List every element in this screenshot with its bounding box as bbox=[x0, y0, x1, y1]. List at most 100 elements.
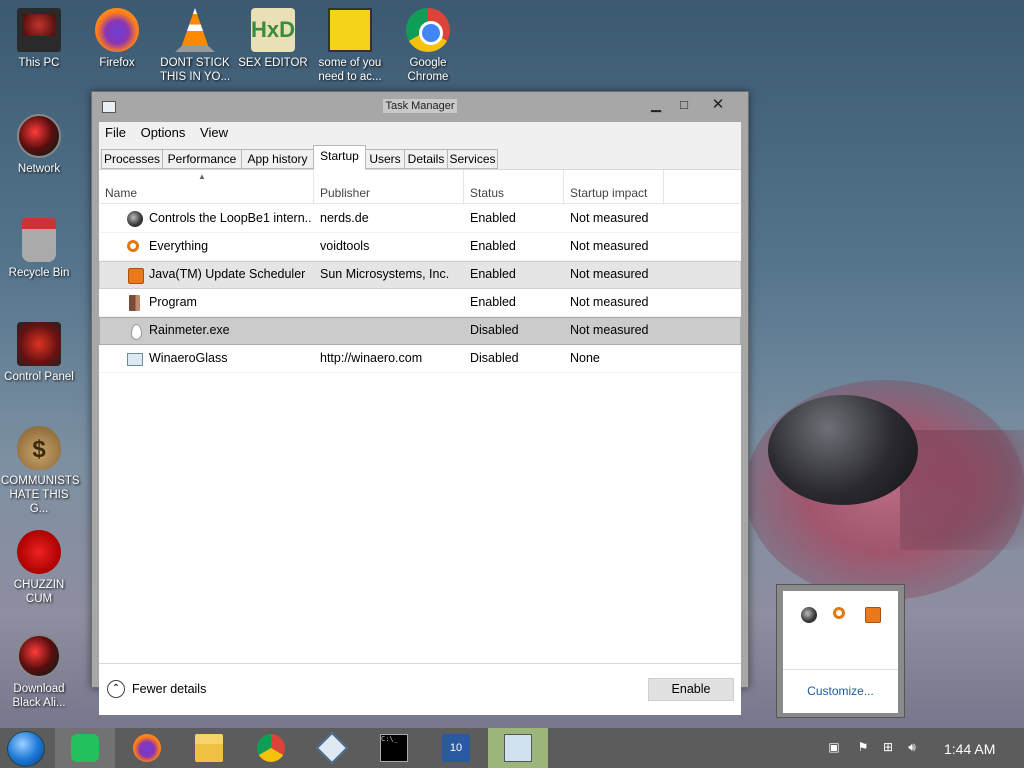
tab-details[interactable]: Details bbox=[404, 149, 448, 169]
desktop-icon-hxd[interactable]: HxD SEX EDITOR bbox=[235, 8, 311, 70]
cell-status: Enabled bbox=[470, 239, 516, 253]
tray-volume-icon[interactable]: 🔊︎ bbox=[905, 740, 919, 754]
cell-name: Everything bbox=[149, 239, 209, 253]
title-bar[interactable]: Task Manager ▁ □ ✕ bbox=[92, 92, 748, 122]
column-startup-impact[interactable]: Startup impact bbox=[564, 170, 664, 204]
task-manager-window[interactable]: Task Manager ▁ □ ✕ File Options View Pro… bbox=[91, 91, 749, 715]
vlc-cone-icon bbox=[175, 8, 215, 52]
fewer-details-link[interactable]: Fewer details bbox=[132, 682, 206, 696]
desktop-icon-recycle-bin[interactable]: Recycle Bin bbox=[1, 218, 77, 280]
taskbar-clock[interactable]: 1:44 AM bbox=[944, 741, 995, 757]
recycle-bin-icon bbox=[22, 218, 56, 262]
table-row[interactable]: Controls the LoopBe1 intern... nerds.de … bbox=[99, 205, 741, 233]
cell-publisher: nerds.de bbox=[320, 211, 369, 225]
start-orb-icon[interactable] bbox=[7, 731, 45, 767]
cell-name: WinaeroGlass bbox=[149, 351, 228, 365]
table-row[interactable]: Everything voidtools Enabled Not measure… bbox=[99, 233, 741, 261]
tab-services[interactable]: Services bbox=[447, 149, 498, 169]
taskbar-chrome[interactable] bbox=[241, 728, 301, 768]
winaero-window-icon bbox=[127, 353, 143, 366]
tab-strip: Processes Performance App history Startu… bbox=[99, 144, 741, 170]
cell-status: Enabled bbox=[470, 211, 516, 225]
enable-button[interactable]: Enable bbox=[648, 678, 734, 701]
cell-status: Disabled bbox=[470, 323, 519, 337]
tab-processes[interactable]: Processes bbox=[101, 149, 163, 169]
cell-publisher: http://winaero.com bbox=[320, 351, 423, 365]
column-publisher[interactable]: Publisher bbox=[314, 170, 464, 204]
hxd-editor-icon: HxD bbox=[251, 8, 295, 52]
control-panel-icon bbox=[17, 322, 61, 366]
desktop-icon-label: Control Panel bbox=[4, 371, 74, 383]
table-row[interactable]: Java(TM) Update Scheduler Sun Microsyste… bbox=[99, 261, 741, 289]
desktop-icon-download[interactable]: Download Black Ali... bbox=[1, 634, 77, 710]
close-button[interactable]: ✕ bbox=[706, 96, 730, 114]
tray-display-icon[interactable]: ▣ bbox=[827, 740, 841, 754]
wallpaper-leaf-edge bbox=[900, 430, 1024, 550]
tray-network-icon[interactable]: ⊞ bbox=[881, 740, 895, 754]
column-name[interactable]: Name bbox=[99, 170, 314, 204]
menu-options[interactable]: Options bbox=[141, 122, 191, 140]
tab-performance[interactable]: Performance bbox=[162, 149, 242, 169]
cell-status: Disabled bbox=[470, 351, 519, 365]
desktop-icon-chuzzin[interactable]: CHUZZIN CUM bbox=[1, 530, 77, 606]
tab-users[interactable]: Users bbox=[365, 149, 405, 169]
tab-startup[interactable]: Startup bbox=[313, 145, 366, 170]
cell-impact: Not measured bbox=[570, 211, 649, 225]
chrome-icon bbox=[257, 734, 285, 762]
chevron-up-icon[interactable]: ⌃ bbox=[107, 680, 125, 698]
desktop-icon-control-panel[interactable]: Control Panel bbox=[1, 322, 77, 384]
taskbar-task-manager[interactable] bbox=[488, 728, 548, 768]
everything-tray-icon[interactable] bbox=[833, 607, 845, 619]
column-status[interactable]: Status bbox=[464, 170, 564, 204]
taskbar: C:\_ 10 ▣ ⚑ ⊞ 🔊︎ 1:44 AM bbox=[0, 728, 1024, 768]
menu-file[interactable]: File bbox=[105, 122, 131, 140]
cell-impact: Not measured bbox=[570, 267, 649, 281]
taskbar-win10-app[interactable]: 10 bbox=[426, 728, 486, 768]
desktop-icon-label: CHUZZIN CUM bbox=[13, 579, 65, 605]
tab-app-history[interactable]: App history bbox=[241, 149, 314, 169]
menu-view[interactable]: View bbox=[200, 122, 233, 140]
loopbe-tray-icon[interactable] bbox=[801, 607, 817, 623]
desktop-icon-vlc[interactable]: DONT STICK THIS IN YO... bbox=[157, 8, 233, 84]
taskbar-command-prompt[interactable]: C:\_ bbox=[364, 728, 424, 768]
cell-status: Enabled bbox=[470, 267, 516, 281]
desktop-icon-label: Google Chrome bbox=[407, 57, 449, 83]
rainmeter-drop-icon bbox=[131, 324, 142, 340]
java-tray-icon[interactable] bbox=[865, 607, 881, 623]
chrome-icon bbox=[406, 8, 450, 52]
tray-overflow-flyout: Customize... bbox=[776, 584, 905, 718]
virtualbox-icon bbox=[316, 732, 348, 764]
desktop-icon-this-pc[interactable]: This PC bbox=[1, 8, 77, 70]
cell-impact: Not measured bbox=[570, 239, 649, 253]
desktop-icon-communists[interactable]: $ COMMUNISTS HATE THIS G... bbox=[1, 426, 80, 516]
tray-flag-icon[interactable]: ⚑ bbox=[856, 740, 870, 754]
desktop-icon-label: DONT STICK THIS IN YO... bbox=[159, 57, 231, 83]
maximize-button[interactable]: □ bbox=[672, 96, 696, 114]
table-row[interactable]: Program Enabled Not measured bbox=[99, 289, 741, 317]
divider bbox=[783, 669, 898, 670]
task-manager-content: File Options View Processes Performance … bbox=[99, 122, 741, 715]
firefox-icon bbox=[95, 8, 139, 52]
this-pc-icon bbox=[17, 8, 61, 52]
minimize-button[interactable]: ▁ bbox=[644, 96, 668, 114]
everything-search-icon bbox=[127, 240, 139, 252]
taskbar-spotify[interactable] bbox=[55, 728, 115, 768]
desktop-icon-label: SEX EDITOR bbox=[238, 57, 308, 69]
chuzzle-icon bbox=[17, 530, 61, 574]
table-row[interactable]: WinaeroGlass http://winaero.com Disabled… bbox=[99, 345, 741, 373]
desktop-icon-dog-image[interactable]: some of you need to ac... bbox=[312, 8, 388, 84]
cell-name: Controls the LoopBe1 intern... bbox=[149, 211, 311, 225]
taskbar-virtualbox[interactable] bbox=[302, 728, 362, 768]
menu-bar: File Options View bbox=[99, 122, 741, 144]
desktop-icon-network[interactable]: Network bbox=[1, 114, 77, 176]
cell-name: Rainmeter.exe bbox=[149, 323, 230, 337]
desktop-icon-firefox[interactable]: Firefox bbox=[79, 8, 155, 70]
desktop-icon-chrome[interactable]: Google Chrome bbox=[390, 8, 466, 84]
cell-publisher: Sun Microsystems, Inc. bbox=[320, 267, 450, 281]
taskbar-firefox[interactable] bbox=[117, 728, 177, 768]
taskbar-file-explorer[interactable] bbox=[179, 728, 239, 768]
cell-name: Java(TM) Update Scheduler bbox=[149, 267, 306, 281]
spotify-icon bbox=[71, 734, 99, 762]
table-row-selected[interactable]: Rainmeter.exe Disabled Not measured bbox=[99, 317, 741, 345]
customize-link[interactable]: Customize... bbox=[783, 684, 898, 698]
